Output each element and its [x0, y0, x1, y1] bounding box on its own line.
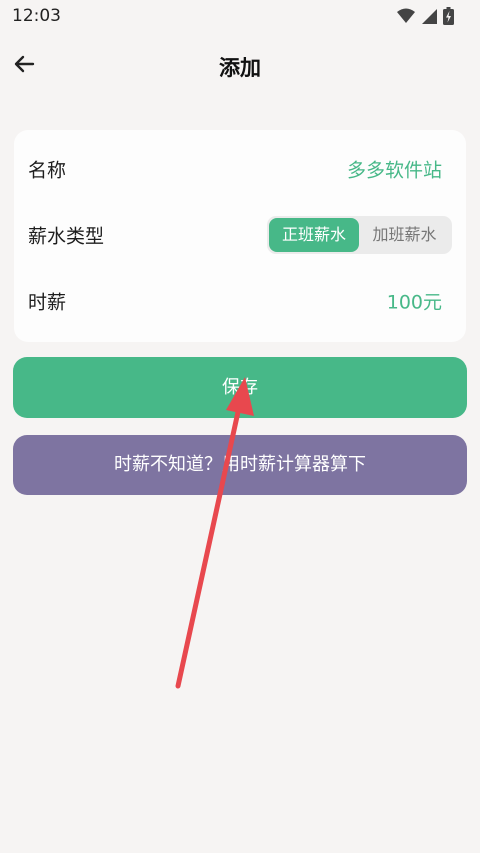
- signal-icon: [421, 8, 437, 28]
- status-time: 12:03: [12, 6, 61, 26]
- save-button[interactable]: 保存: [13, 357, 467, 418]
- top-bar: 添加: [0, 40, 480, 92]
- salary-type-toggle: 正班薪水 加班薪水: [267, 216, 452, 254]
- salary-type-label: 薪水类型: [28, 225, 105, 248]
- page-title: 添加: [219, 56, 261, 80]
- name-row[interactable]: 名称 多多软件站: [14, 136, 466, 202]
- hourly-wage-label: 时薪: [28, 291, 67, 314]
- form-card: 名称 多多软件站 薪水类型 正班薪水 加班薪水 时薪 100元: [14, 130, 466, 342]
- annotation-arrow: [175, 377, 254, 689]
- name-value[interactable]: 多多软件站: [347, 156, 442, 183]
- battery-charging-icon: [443, 7, 454, 29]
- status-bar: 12:03: [0, 0, 480, 34]
- hourly-wage-value[interactable]: 100元: [387, 288, 442, 315]
- name-label: 名称: [28, 159, 67, 182]
- hourly-calculator-button[interactable]: 时薪不知道？用时薪计算器算下: [13, 435, 467, 495]
- hourly-wage-row[interactable]: 时薪 100元: [14, 268, 466, 334]
- overtime-salary-option[interactable]: 加班薪水: [359, 218, 450, 252]
- salary-type-row: 薪水类型 正班薪水 加班薪水: [14, 202, 466, 268]
- regular-salary-option[interactable]: 正班薪水: [269, 218, 359, 252]
- status-icons: [397, 7, 454, 29]
- wifi-icon: [397, 8, 415, 28]
